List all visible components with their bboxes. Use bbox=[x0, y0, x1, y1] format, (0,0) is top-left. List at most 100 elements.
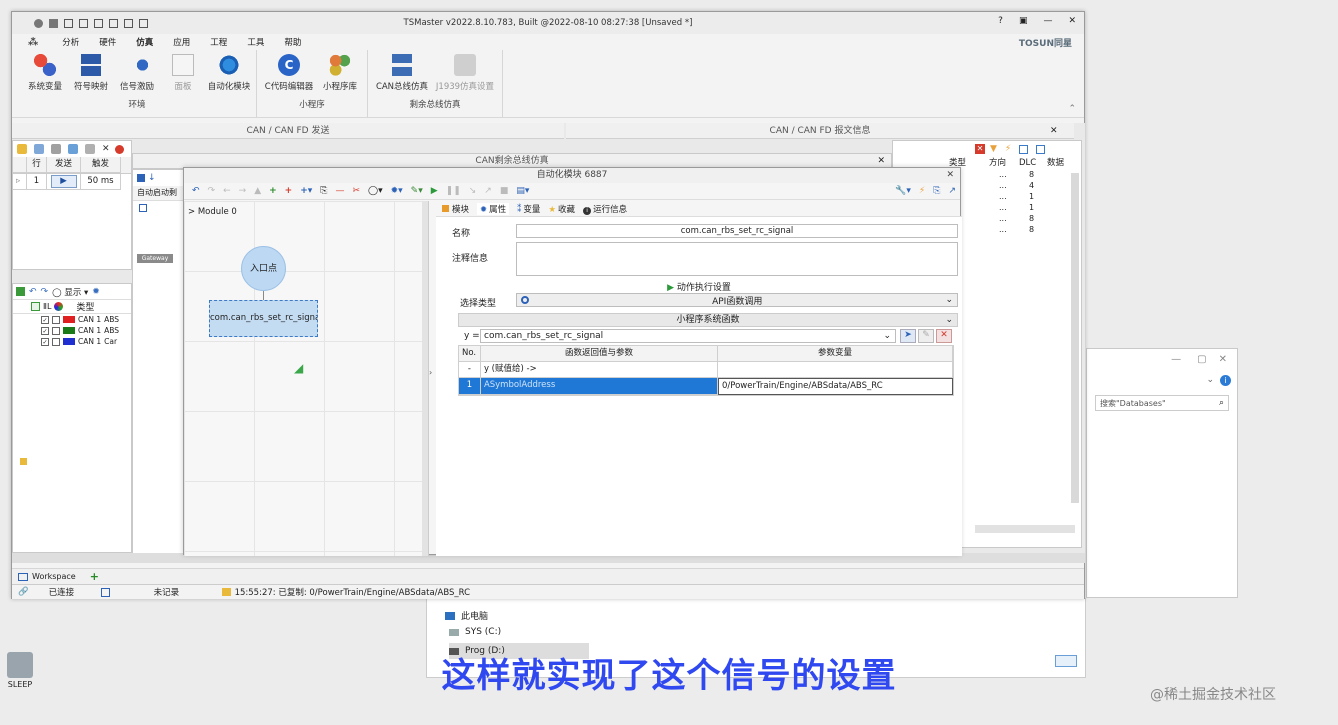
add-node-icon[interactable]: + bbox=[269, 186, 277, 196]
export-icon[interactable]: ↗ bbox=[948, 186, 956, 196]
applet-library-button[interactable]: 小程序库 bbox=[317, 54, 363, 92]
y-function-select[interactable]: com.can_rbs_set_rc_signal ⌄ bbox=[480, 329, 896, 343]
channel-row[interactable]: ✓ CAN 1 ABS bbox=[13, 314, 131, 325]
close-icon[interactable]: ✕ bbox=[877, 156, 885, 166]
j1939-sim-button[interactable]: J1939仿真设置 bbox=[432, 54, 498, 92]
nav-item-this-pc[interactable]: 此电脑 bbox=[445, 609, 488, 622]
stop-icon[interactable] bbox=[114, 144, 124, 154]
pause-icon[interactable]: ❚❚ bbox=[446, 186, 461, 196]
forward-icon[interactable]: ↷ bbox=[41, 287, 49, 297]
minimize-icon[interactable]: — bbox=[1171, 354, 1181, 365]
new-icon[interactable] bbox=[64, 18, 73, 28]
import-icon[interactable] bbox=[124, 18, 133, 28]
menu-item-project[interactable]: 工程 bbox=[210, 36, 227, 48]
clear-icon[interactable]: ✕ bbox=[975, 144, 985, 154]
h-scrollbar[interactable] bbox=[975, 525, 1075, 533]
edit-icon[interactable]: ✎▾ bbox=[411, 186, 423, 196]
table-row[interactable]: 1 ASymbolAddress 0/PowerTrain/Engine/ABS… bbox=[459, 378, 953, 395]
row-checkbox-2[interactable] bbox=[52, 326, 60, 335]
lightning-icon[interactable]: ⚡ bbox=[1005, 144, 1011, 154]
channel-row[interactable]: ✓ CAN 1 Car bbox=[13, 336, 131, 347]
table-row[interactable]: ▹ 1 ▶ 50 ms bbox=[13, 174, 131, 190]
panel-button[interactable]: 面板 bbox=[160, 54, 206, 92]
name-field[interactable]: com.can_rbs_set_rc_signal bbox=[516, 224, 958, 238]
save-as-icon[interactable] bbox=[109, 18, 118, 28]
move-left-icon[interactable]: ← bbox=[223, 186, 231, 196]
grid-icon[interactable] bbox=[16, 287, 25, 296]
filter-icon[interactable]: ▼ bbox=[990, 144, 997, 154]
canvas-scrollbar[interactable] bbox=[422, 201, 428, 556]
settings-icon[interactable]: ✹▾ bbox=[391, 186, 403, 196]
remove-icon[interactable]: — bbox=[335, 186, 344, 196]
row-checkbox-2[interactable] bbox=[52, 337, 60, 346]
menu-item-simulation[interactable]: 仿真 bbox=[136, 36, 153, 48]
view-icon[interactable]: ◯▾ bbox=[368, 186, 383, 196]
step-icon[interactable]: ↘ bbox=[469, 186, 477, 196]
function-node[interactable]: com.can_rbs_set_rc_signal bbox=[209, 300, 318, 337]
channel-row[interactable]: ✓ CAN 1 ABS bbox=[13, 325, 131, 336]
copy-icon[interactable]: ⎘ bbox=[933, 186, 940, 196]
maximize-icon[interactable]: ▢ bbox=[1197, 354, 1206, 365]
add-red-icon[interactable]: + bbox=[285, 186, 293, 196]
back-icon[interactable]: ↶ bbox=[29, 287, 37, 297]
minimize-button[interactable]: — bbox=[1043, 16, 1052, 26]
paste-icon[interactable] bbox=[51, 144, 61, 154]
close-button[interactable]: ✕ bbox=[1068, 16, 1076, 26]
step-out-icon[interactable]: ↗ bbox=[484, 186, 492, 196]
menu-item-analysis[interactable]: 分析 bbox=[62, 36, 79, 48]
tab-module[interactable]: 模块 bbox=[442, 203, 469, 215]
can-bus-sim-button[interactable]: CAN总线仿真 bbox=[372, 54, 432, 92]
entry-node[interactable]: 入口点 bbox=[241, 246, 286, 291]
clipboard-icon[interactable] bbox=[85, 144, 95, 154]
explorer-search[interactable]: 搜索"Databases" ⌕ bbox=[1095, 395, 1229, 411]
app-logo-icon[interactable]: ⁂ bbox=[28, 37, 38, 48]
pick-button[interactable]: ➤ bbox=[900, 329, 916, 343]
close-icon[interactable]: ✕ bbox=[946, 168, 954, 183]
edit-button[interactable]: ✎ bbox=[918, 329, 934, 343]
add-icon[interactable] bbox=[17, 144, 27, 154]
filter-icon[interactable]: ⅡL bbox=[43, 302, 51, 311]
show-dropdown[interactable]: ◯ 显示 ▾ bbox=[52, 286, 88, 298]
help-icon[interactable]: i bbox=[1220, 374, 1231, 386]
send-play-button[interactable]: ▶ bbox=[50, 175, 77, 188]
row-checkbox[interactable]: ✓ bbox=[41, 326, 49, 335]
row-checkbox[interactable]: ✓ bbox=[41, 315, 49, 324]
gateway-node[interactable]: Gateway bbox=[137, 254, 173, 263]
row-checkbox-2[interactable] bbox=[52, 315, 60, 324]
menu-item-tools[interactable]: 工具 bbox=[247, 36, 264, 48]
table-row[interactable]: - y (赋值给) -> bbox=[459, 362, 953, 378]
save-icon[interactable] bbox=[94, 18, 103, 28]
quick-access-icon[interactable] bbox=[34, 18, 43, 28]
c-code-editor-button[interactable]: C C代码编辑器 bbox=[261, 54, 317, 92]
flow-canvas[interactable]: > Module 0 入口点 com.can_rbs_set_rc_signal… bbox=[184, 201, 429, 556]
tab-properties[interactable]: ✹ 属性 bbox=[477, 202, 510, 215]
tools-icon[interactable]: 🔧▾ bbox=[895, 186, 911, 196]
quick-access-icon[interactable] bbox=[49, 18, 58, 28]
clear-button[interactable]: ✕ bbox=[936, 329, 952, 343]
side-tab-icon[interactable] bbox=[19, 458, 27, 465]
select-all-checkbox[interactable] bbox=[31, 302, 40, 311]
menu-item-help[interactable]: 帮助 bbox=[284, 36, 301, 48]
open-icon[interactable] bbox=[79, 18, 88, 28]
move-up-icon[interactable]: ▲ bbox=[254, 186, 261, 196]
tab-variables[interactable]: ⁑ 变量 bbox=[517, 203, 540, 215]
signal-stimulus-button[interactable]: 信号激励 bbox=[114, 54, 160, 92]
scrollbar[interactable] bbox=[1071, 173, 1079, 503]
add-blue-icon[interactable]: +▾ bbox=[300, 186, 312, 196]
menu-item-application[interactable]: 应用 bbox=[173, 36, 190, 48]
row-checkbox[interactable]: ✓ bbox=[41, 337, 49, 346]
subtitle-bar[interactable]: 小程序系统函数 ⌄ bbox=[458, 313, 958, 327]
down-arrow-icon[interactable]: ↓ bbox=[148, 173, 156, 183]
stop-icon[interactable]: ■ bbox=[500, 186, 509, 196]
help-button[interactable]: ? bbox=[998, 16, 1003, 26]
tab-favorites[interactable]: ★ 收藏 bbox=[548, 203, 575, 215]
save-icon[interactable] bbox=[68, 144, 78, 154]
action-settings-toggle[interactable]: ▶ 动作执行设置 bbox=[436, 280, 962, 293]
cut-icon[interactable]: ✂ bbox=[352, 186, 360, 196]
restore-button[interactable]: ▣ bbox=[1019, 16, 1028, 26]
export-icon[interactable] bbox=[139, 18, 148, 28]
copy-icon[interactable] bbox=[1019, 144, 1029, 154]
chevron-down-icon[interactable]: ⌄ bbox=[1206, 375, 1214, 385]
copy-icon[interactable] bbox=[34, 144, 44, 154]
collapse-ribbon-icon[interactable]: ⌃ bbox=[1068, 104, 1076, 114]
